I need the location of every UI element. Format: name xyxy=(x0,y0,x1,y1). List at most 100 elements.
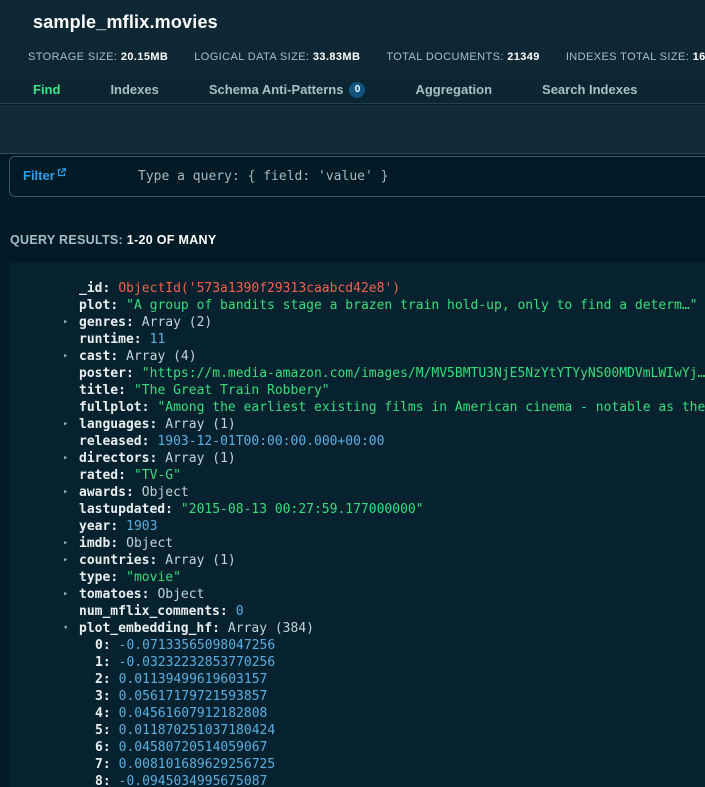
document-field-row[interactable]: 3:0.05617179721593857 xyxy=(9,688,705,705)
field-value: "movie" xyxy=(126,570,181,585)
field-separator: : xyxy=(110,349,119,364)
field-separator: : xyxy=(125,485,134,500)
field-key: type xyxy=(79,570,111,585)
field-value: 0.05617179721593857 xyxy=(118,689,268,704)
expand-arrow-icon[interactable]: ▸ xyxy=(63,314,79,331)
document-field-row[interactable]: 6:0.04580720514059067 xyxy=(9,739,705,756)
document-field-row[interactable]: title: "The Great Train Robbery" xyxy=(9,382,705,399)
field-separator: : xyxy=(102,689,111,704)
document-field-row[interactable]: ▸ countries: Array (1) xyxy=(9,552,705,569)
collection-stat: STORAGE SIZE: 20.15MB xyxy=(28,51,168,63)
field-separator: : xyxy=(165,502,173,517)
field-key: cast xyxy=(79,349,111,364)
field-value: -0.0945034995675087 xyxy=(118,774,268,787)
field-key: plot xyxy=(79,298,111,313)
tab-label: Indexes xyxy=(110,82,159,97)
filter-docs-link[interactable]: Filter xyxy=(23,168,66,183)
field-key: plot_embedding_hf xyxy=(79,621,213,636)
query-results-count: 1-20 OF MANY xyxy=(126,233,217,247)
field-key: _id xyxy=(79,281,103,296)
field-key: title xyxy=(79,383,119,398)
tab-find[interactable]: Find xyxy=(33,82,60,97)
document-field-row[interactable]: ▸ tomatoes: Object xyxy=(9,586,705,603)
expand-arrow-icon[interactable]: ▸ xyxy=(63,450,79,467)
expand-arrow-icon[interactable]: ▸ xyxy=(63,552,79,569)
tab-search-indexes[interactable]: Search Indexes xyxy=(542,82,637,97)
field-separator: : xyxy=(102,706,111,721)
document-field-row[interactable]: fullplot: "Among the earliest existing fi… xyxy=(9,399,705,416)
document-field-row[interactable]: ▾ plot_embedding_hf: Array (384) xyxy=(9,620,705,637)
field-separator: : xyxy=(102,774,111,787)
stat-value: 16.96MB xyxy=(692,51,705,63)
document-field-row[interactable]: released:1903-12-01T00:00:00.000+00:00 xyxy=(9,433,705,450)
field-separator: : xyxy=(102,281,111,296)
tab-aggregation[interactable]: Aggregation xyxy=(415,82,492,97)
document-field-row[interactable]: 4:0.04561607912182808 xyxy=(9,705,705,722)
document-field-row[interactable]: _id: ObjectId('573a1390f29313caabcd42e8') xyxy=(9,280,705,297)
field-key: 8 xyxy=(95,774,103,787)
field-value: 0.01139499619603157 xyxy=(118,672,268,687)
stat-value: 20.15MB xyxy=(120,51,169,63)
field-separator: : xyxy=(110,536,119,551)
field-separator: : xyxy=(149,451,158,466)
field-separator: : xyxy=(118,383,126,398)
document-card[interactable]: _id: ObjectId('573a1390f29313caabcd42e8')… xyxy=(9,263,705,787)
field-key: tomatoes xyxy=(79,587,142,602)
document-field-row[interactable]: 5:0.011870251037180424 xyxy=(9,722,705,739)
document-field-row[interactable]: ▸ awards: Object xyxy=(9,484,705,501)
document-field-row[interactable]: 7:0.008101689629256725 xyxy=(9,756,705,773)
field-separator: : xyxy=(219,604,228,619)
stat-label: INDEXES TOTAL SIZE: xyxy=(565,51,693,63)
document-field-row[interactable]: ▸ imdb: Object xyxy=(9,535,705,552)
field-value: "TV-G" xyxy=(133,468,181,483)
stat-label: TOTAL DOCUMENTS: xyxy=(386,51,508,63)
tab-indexes[interactable]: Indexes xyxy=(110,82,158,97)
field-key: runtime xyxy=(79,332,134,347)
field-separator: : xyxy=(141,434,150,449)
field-separator: : xyxy=(102,723,111,738)
tab-badge: 0 xyxy=(349,81,366,98)
document-field-row[interactable]: ▸ directors: Array (1) xyxy=(9,450,705,467)
field-key: 6 xyxy=(95,740,103,755)
document-field-row[interactable]: ▸ genres: Array (2) xyxy=(9,314,705,331)
document-field-row[interactable]: 0: -0.07133565098047256 xyxy=(9,637,705,654)
field-key: rated xyxy=(79,468,119,483)
field-key: released xyxy=(79,434,142,449)
field-value: Array (384) xyxy=(227,621,314,636)
field-value: -0.03232232853770256 xyxy=(118,655,276,670)
document-field-row[interactable]: rated: "TV-G" xyxy=(9,467,705,484)
document-field-row[interactable]: plot: "A group of bandits stage a brazen … xyxy=(9,297,705,314)
expand-arrow-icon[interactable]: ▸ xyxy=(63,535,79,552)
expand-arrow-icon[interactable]: ▸ xyxy=(63,416,79,433)
expand-arrow-icon[interactable]: ▸ xyxy=(63,348,79,365)
expand-arrow-icon[interactable]: ▸ xyxy=(63,484,79,501)
field-key: 2 xyxy=(95,672,103,687)
document-field-row[interactable]: 2:0.01139499619603157 xyxy=(9,671,705,688)
field-separator: : xyxy=(141,587,150,602)
document-field-row[interactable]: num_mflix_comments:0 xyxy=(9,603,705,620)
tab-schema-anti-patterns[interactable]: Schema Anti-Patterns 0 xyxy=(209,81,366,98)
document-field-row[interactable]: 1: -0.03232232853770256 xyxy=(9,654,705,671)
document-field-row[interactable]: ▸ cast: Array (4) xyxy=(9,348,705,365)
collection-header: sample_mflix.movies STORAGE SIZE: 20.15M… xyxy=(0,0,705,76)
document-field-row[interactable]: 8: -0.0945034995675087 xyxy=(9,773,705,787)
document-field-row[interactable]: runtime:11 xyxy=(9,331,705,348)
stat-label: LOGICAL DATA SIZE: xyxy=(194,51,313,63)
expand-arrow-icon[interactable]: ▸ xyxy=(63,586,79,603)
document-field-row[interactable]: poster: "https://m.media-amazon.com/image… xyxy=(9,365,705,382)
field-separator: : xyxy=(133,332,142,347)
collection-tabbar: Find Indexes Schema Anti-Patterns 0 Aggregat… xyxy=(0,76,705,104)
document-field-row[interactable]: ▸ languages: Array (1) xyxy=(9,416,705,433)
collapse-arrow-icon[interactable]: ▾ xyxy=(63,620,79,637)
field-separator: : xyxy=(110,298,119,313)
field-key: imdb xyxy=(79,536,111,551)
field-separator: : xyxy=(212,621,220,636)
document-field-row[interactable]: type: "movie" xyxy=(9,569,705,586)
field-value: 11 xyxy=(149,332,166,347)
field-separator: : xyxy=(118,468,126,483)
field-value: 0.011870251037180424 xyxy=(118,723,276,738)
document-field-row[interactable]: lastupdated: "2015-08-13 00:27:59.1770000… xyxy=(9,501,705,518)
filter-query-input[interactable] xyxy=(138,157,698,196)
document-field-row[interactable]: year:1903 xyxy=(9,518,705,535)
field-value: Array (4) xyxy=(126,349,197,364)
